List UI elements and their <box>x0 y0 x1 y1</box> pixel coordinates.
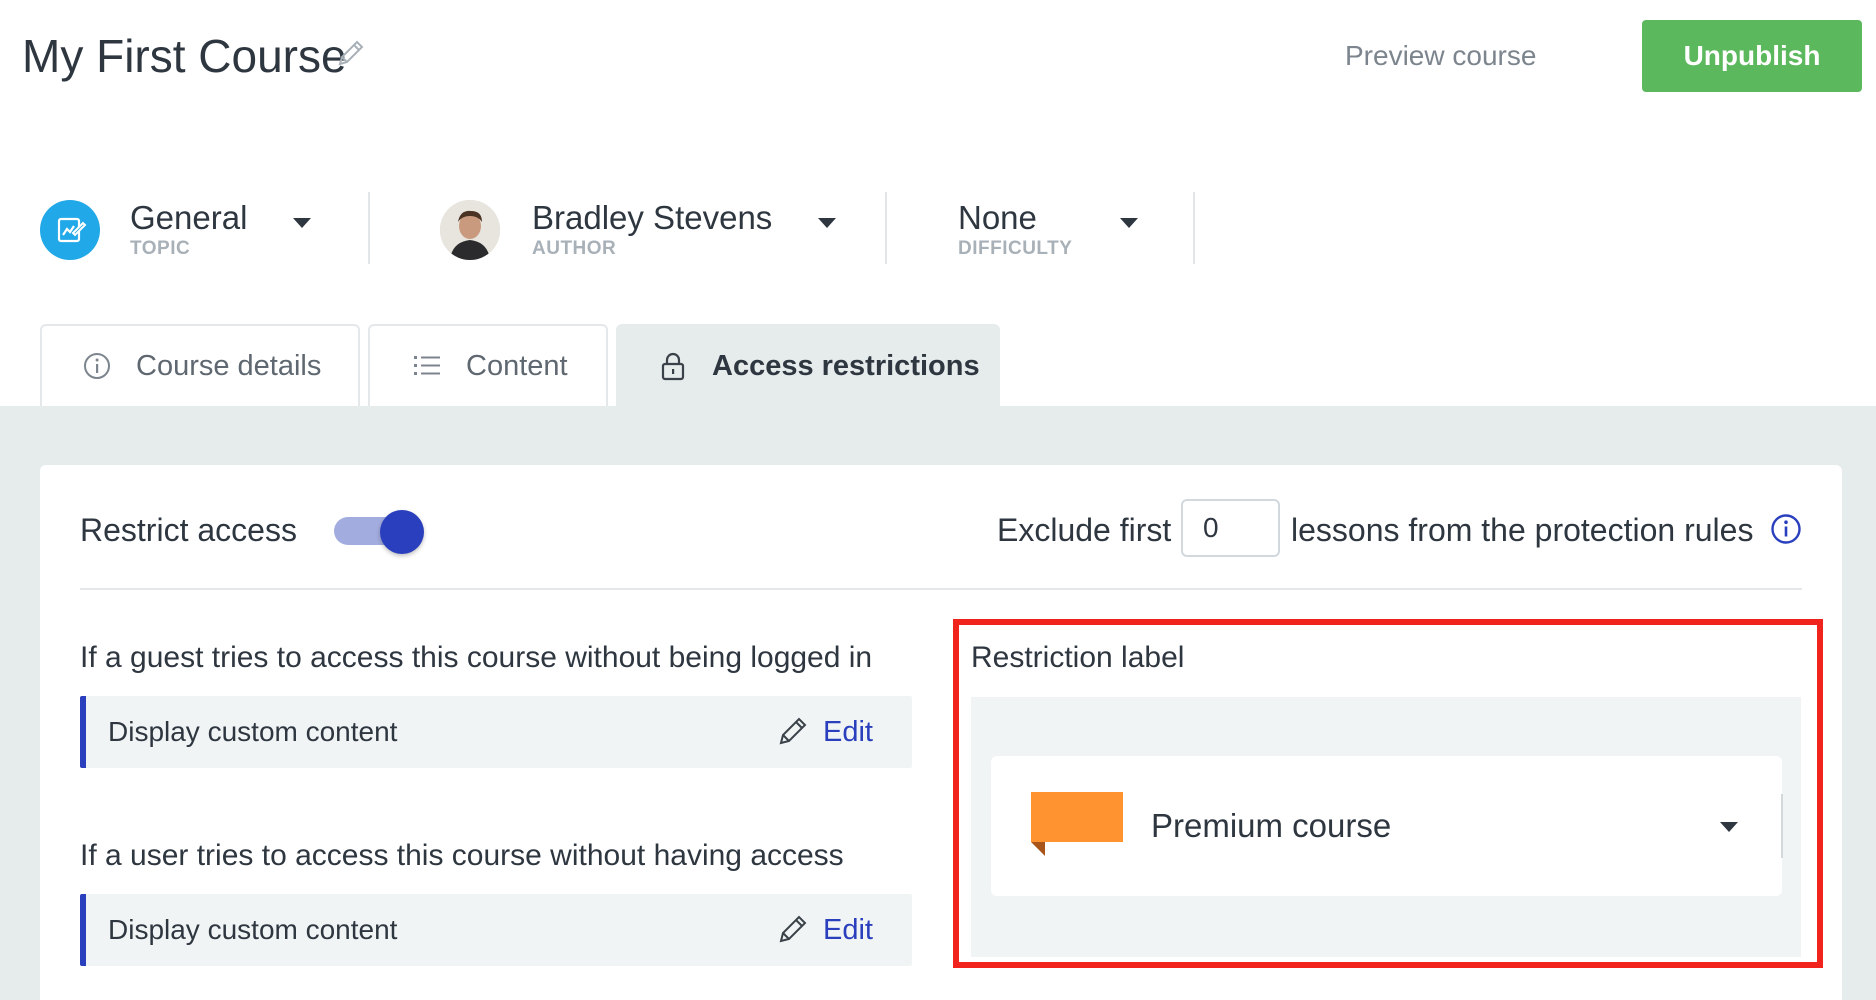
chevron-down-icon <box>293 218 312 228</box>
unpublish-button[interactable]: Unpublish <box>1642 20 1862 92</box>
course-edit-icon <box>40 200 100 260</box>
topic-label: TOPIC <box>130 238 191 259</box>
tab-label: Course details <box>136 349 322 382</box>
preview-course-link[interactable]: Preview course <box>1345 34 1536 78</box>
user-rule-edit-link[interactable]: Edit <box>823 910 873 950</box>
user-rule-action: Display custom content <box>108 914 398 945</box>
meta-divider <box>885 192 887 264</box>
edit-title-pencil-icon[interactable] <box>334 36 368 70</box>
exclude-suffix-label: lessons from the protection rules <box>1291 512 1754 548</box>
info-icon <box>82 351 112 381</box>
list-icon <box>412 351 442 381</box>
author-value: Bradley Stevens <box>532 199 773 236</box>
chevron-down-icon <box>818 218 837 228</box>
difficulty-value: None <box>958 199 1037 236</box>
section-divider <box>80 588 1802 590</box>
guest-rule-edit-link[interactable]: Edit <box>823 712 873 752</box>
pencil-icon[interactable] <box>776 912 810 946</box>
toggle-knob[interactable] <box>380 510 424 554</box>
restrict-access-label: Restrict access <box>80 512 297 548</box>
meta-divider <box>1193 192 1195 264</box>
meta-divider <box>368 192 370 264</box>
topic-value: General <box>130 199 248 236</box>
user-rule-title: If a user tries to access this course wi… <box>80 839 844 872</box>
chevron-down-icon <box>1120 218 1139 228</box>
highlight-annotation-box <box>953 619 1823 968</box>
tab-content[interactable]: Content <box>368 324 608 406</box>
exclude-prefix-label: Exclude first <box>997 512 1172 548</box>
difficulty-label: DIFFICULTY <box>958 238 1073 259</box>
info-icon[interactable] <box>1770 513 1802 545</box>
pencil-icon[interactable] <box>776 714 810 748</box>
tab-label: Access restrictions <box>712 349 980 382</box>
lock-icon <box>658 351 688 381</box>
author-label: AUTHOR <box>532 238 617 259</box>
author-avatar <box>440 200 500 260</box>
tab-course-details[interactable]: Course details <box>40 324 360 406</box>
page-title: My First Course <box>22 30 347 82</box>
guest-rule-action: Display custom content <box>108 716 398 747</box>
exclude-lessons-input[interactable] <box>1181 499 1280 557</box>
topic-selector[interactable]: General TOPIC <box>40 190 312 270</box>
tab-access-restrictions[interactable]: Access restrictions <box>616 324 1000 406</box>
tab-label: Content <box>466 349 568 382</box>
difficulty-selector[interactable]: None DIFFICULTY <box>958 190 1139 270</box>
guest-rule-title: If a guest tries to access this course w… <box>80 641 873 674</box>
author-selector[interactable]: Bradley Stevens AUTHOR <box>440 190 837 270</box>
